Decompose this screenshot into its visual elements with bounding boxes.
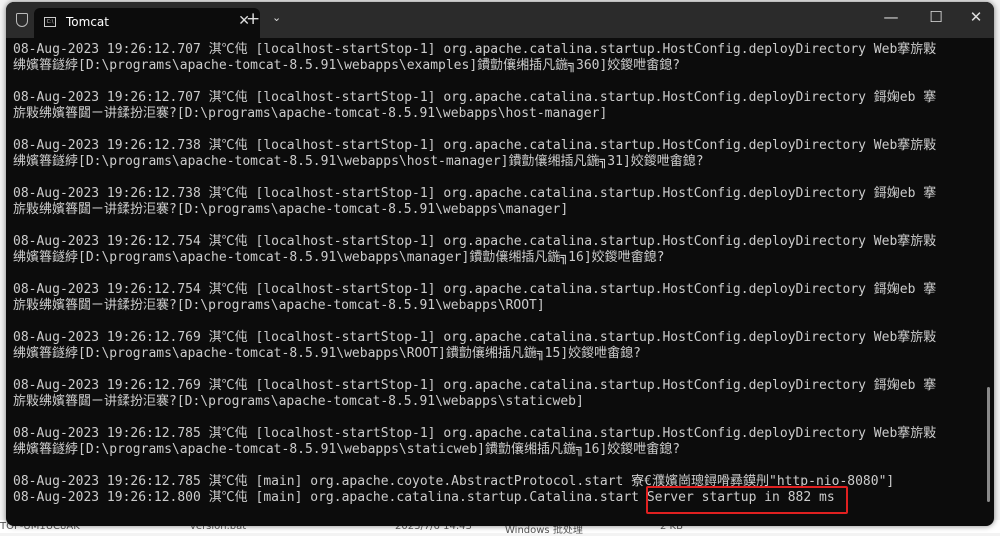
log-entry: 08-Aug-2023 19:26:12.707 淇℃伅 [localhost-… <box>13 90 980 122</box>
minimize-button[interactable]: — <box>876 8 906 26</box>
log-line: 08-Aug-2023 19:26:12.785 淇℃伅 [localhost-… <box>13 426 937 441</box>
shield-icon <box>16 13 28 27</box>
log-entry: 08-Aug-2023 19:26:12.754 淇℃伅 [localhost-… <box>13 234 980 266</box>
log-line: 08-Aug-2023 19:26:12.754 淇℃伅 [localhost-… <box>13 282 937 297</box>
log-line: 旂敤绋嬪簭閮ㄧ讲鍒扮洰褰?[D:\programs\apache-tomcat-… <box>13 202 569 217</box>
log-line: 绋嬪簭鐩綍[D:\programs\apache-tomcat-8.5.91\w… <box>13 346 641 361</box>
log-line: 绋嬪簭鐩綍[D:\programs\apache-tomcat-8.5.91\w… <box>13 250 665 265</box>
close-button[interactable]: ✕ <box>961 8 991 26</box>
log-line: 08-Aug-2023 19:26:12.738 淇℃伅 [localhost-… <box>13 138 937 153</box>
log-line: 08-Aug-2023 19:26:12.738 淇℃伅 [localhost-… <box>13 186 937 201</box>
log-entry: 08-Aug-2023 19:26:12.707 淇℃伅 [localhost-… <box>13 42 980 74</box>
maximize-button[interactable]: ☐ <box>921 8 951 26</box>
log-entry: 08-Aug-2023 19:26:12.769 淇℃伅 [localhost-… <box>13 378 980 410</box>
log-line: 08-Aug-2023 19:26:12.707 淇℃伅 [localhost-… <box>13 42 937 57</box>
log-line: 旂敤绋嬪簭閮ㄧ讲鍒扮洰褰?[D:\programs\apache-tomcat-… <box>13 394 584 409</box>
log-entry: 08-Aug-2023 19:26:12.769 淇℃伅 [localhost-… <box>13 330 980 362</box>
log-line: 08-Aug-2023 19:26:12.707 淇℃伅 [localhost-… <box>13 90 937 105</box>
log-line: 绋嬪簭鐩綍[D:\programs\apache-tomcat-8.5.91\w… <box>13 154 704 169</box>
log-entry: 08-Aug-2023 19:26:12.738 淇℃伅 [localhost-… <box>13 186 980 218</box>
scrollbar[interactable] <box>987 387 990 502</box>
log-line: 绋嬪簭鐩綍[D:\programs\apache-tomcat-8.5.91\w… <box>13 58 681 73</box>
log-entry: 08-Aug-2023 19:26:12.754 淇℃伅 [localhost-… <box>13 282 980 314</box>
tab-title: Tomcat <box>66 15 109 29</box>
log-entry: 08-Aug-2023 19:26:12.738 淇℃伅 [localhost-… <box>13 138 980 170</box>
new-tab-button[interactable]: + <box>246 9 260 29</box>
log-line: 旂敤绋嬪簭閮ㄧ讲鍒扮洰褰?[D:\programs\apache-tomcat-… <box>13 298 545 313</box>
log-line: 08-Aug-2023 19:26:12.769 淇℃伅 [localhost-… <box>13 330 937 345</box>
log-line: 绋嬪簭鐩綍[D:\programs\apache-tomcat-8.5.91\w… <box>13 442 681 457</box>
tab-tomcat[interactable]: C:\ Tomcat ✕ <box>34 8 260 38</box>
highlight-box <box>646 486 848 514</box>
title-bar: C:\ Tomcat ✕ + ⌄ — ☐ ✕ <box>6 2 994 38</box>
dropdown-chevron-icon[interactable]: ⌄ <box>272 11 281 24</box>
log-line: 08-Aug-2023 19:26:12.769 淇℃伅 [localhost-… <box>13 378 937 393</box>
terminal-output[interactable]: 08-Aug-2023 19:26:12.707 淇℃伅 [localhost-… <box>13 42 980 506</box>
log-entry: 08-Aug-2023 19:26:12.785 淇℃伅 [localhost-… <box>13 426 980 458</box>
log-line: 旂敤绋嬪簭閮ㄧ讲鍒扮洰褰?[D:\programs\apache-tomcat-… <box>13 106 608 121</box>
terminal-window: C:\ Tomcat ✕ + ⌄ — ☐ ✕ 08-Aug-2023 19:26… <box>6 2 994 526</box>
log-line: 08-Aug-2023 19:26:12.754 淇℃伅 [localhost-… <box>13 234 937 249</box>
console-icon: C:\ <box>44 17 56 27</box>
